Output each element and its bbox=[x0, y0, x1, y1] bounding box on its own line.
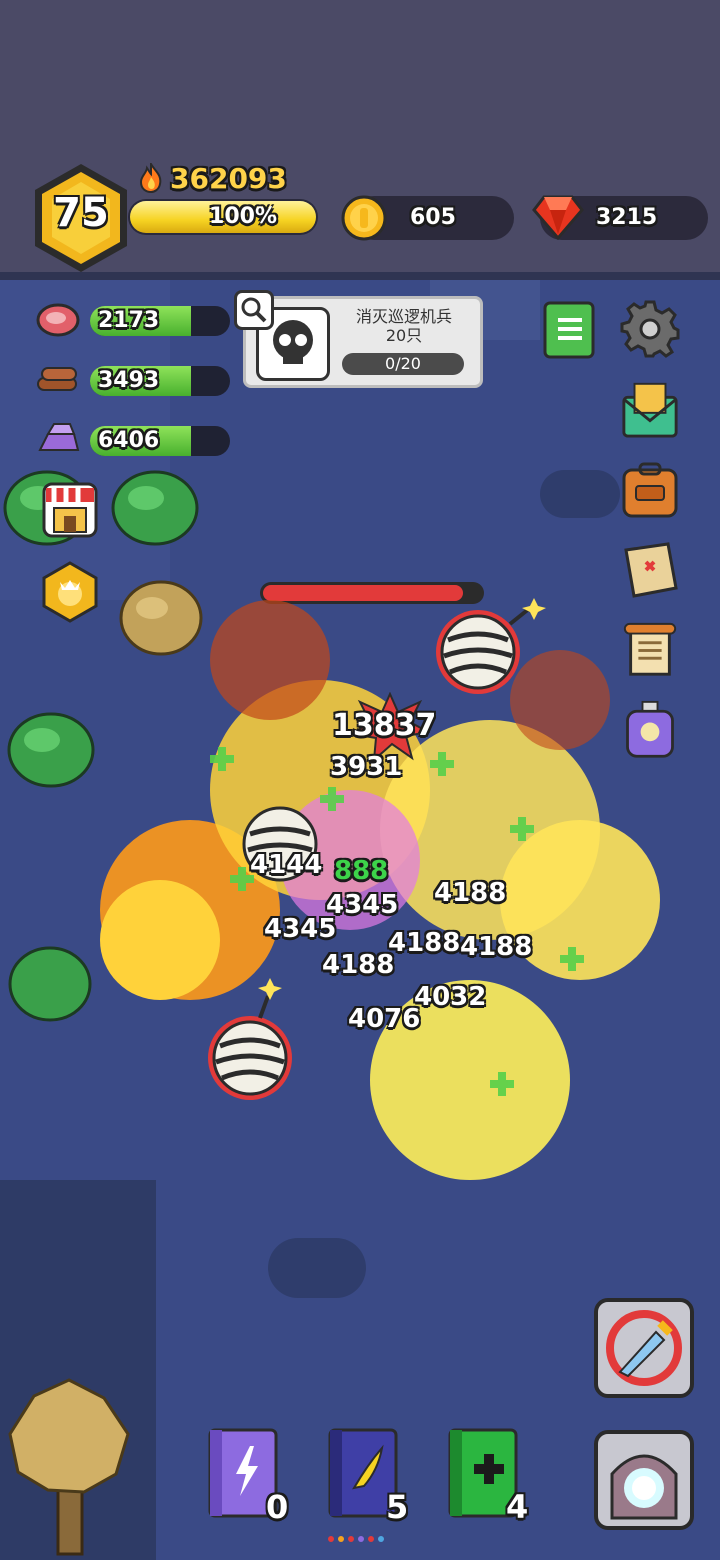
gold-coin-icon bbox=[341, 195, 387, 241]
portal-button[interactable] bbox=[594, 1430, 694, 1530]
damage-number: 4076 bbox=[348, 1004, 421, 1034]
flame-icon bbox=[139, 163, 162, 193]
damage-number: 4188 bbox=[388, 928, 461, 958]
damage-number: 4032 bbox=[414, 982, 487, 1012]
power-display: 362093 bbox=[138, 160, 287, 196]
damage-number: 3931 bbox=[330, 752, 403, 782]
mail-icon[interactable] bbox=[620, 378, 680, 438]
player-level: 75 bbox=[53, 190, 109, 236]
lightning-book-count: 0 bbox=[266, 1488, 289, 1526]
power-value: 362093 bbox=[170, 161, 287, 195]
heal-book-count: 4 bbox=[506, 1488, 529, 1526]
damage-number: 4188 bbox=[434, 878, 507, 908]
wood-value: 3493 bbox=[98, 368, 160, 393]
stone-portal-icon bbox=[610, 1454, 678, 1520]
shop-icon[interactable] bbox=[40, 480, 100, 540]
bomb-icon bbox=[436, 598, 546, 694]
bush-icon bbox=[111, 470, 199, 546]
gold-value: 605 bbox=[410, 205, 456, 230]
damage-number: 4188 bbox=[322, 950, 395, 980]
search-icon[interactable] bbox=[234, 290, 274, 330]
wood-logs-icon bbox=[37, 367, 77, 391]
gem-value: 3215 bbox=[596, 205, 658, 230]
settings-gear-icon[interactable] bbox=[620, 298, 680, 358]
tree-icon bbox=[8, 1378, 130, 1556]
xp-label: 100% bbox=[209, 204, 277, 229]
meat-value: 2173 bbox=[98, 308, 160, 333]
purple-ingot-icon bbox=[38, 423, 80, 451]
auto-battle-button[interactable] bbox=[594, 1298, 694, 1398]
crit-damage-number: 13837 bbox=[332, 708, 437, 743]
bomb-icon bbox=[208, 978, 292, 1100]
wing-book-count: 5 bbox=[386, 1488, 409, 1526]
meat-icon bbox=[36, 303, 80, 337]
quest-progress-text: 0/20 bbox=[385, 354, 421, 373]
backpack-icon[interactable] bbox=[620, 460, 680, 520]
quest-panel[interactable]: 消灭巡逻机兵 20只 0/20 bbox=[243, 296, 483, 388]
red-gem-icon bbox=[532, 195, 584, 240]
heal-number: 888 bbox=[334, 856, 389, 886]
damage-number: 4345 bbox=[326, 890, 399, 920]
damage-number: 4188 bbox=[460, 932, 533, 962]
damage-number: 4345 bbox=[264, 914, 337, 944]
quest-title: 消灭巡逻机兵 20只 bbox=[355, 307, 452, 345]
book-page-dots bbox=[328, 1536, 384, 1542]
ingot-value: 6406 bbox=[98, 428, 160, 453]
sword-swap-icon bbox=[606, 1310, 682, 1386]
damage-number: 4144 bbox=[250, 850, 323, 880]
guide-book-icon[interactable] bbox=[540, 300, 600, 360]
